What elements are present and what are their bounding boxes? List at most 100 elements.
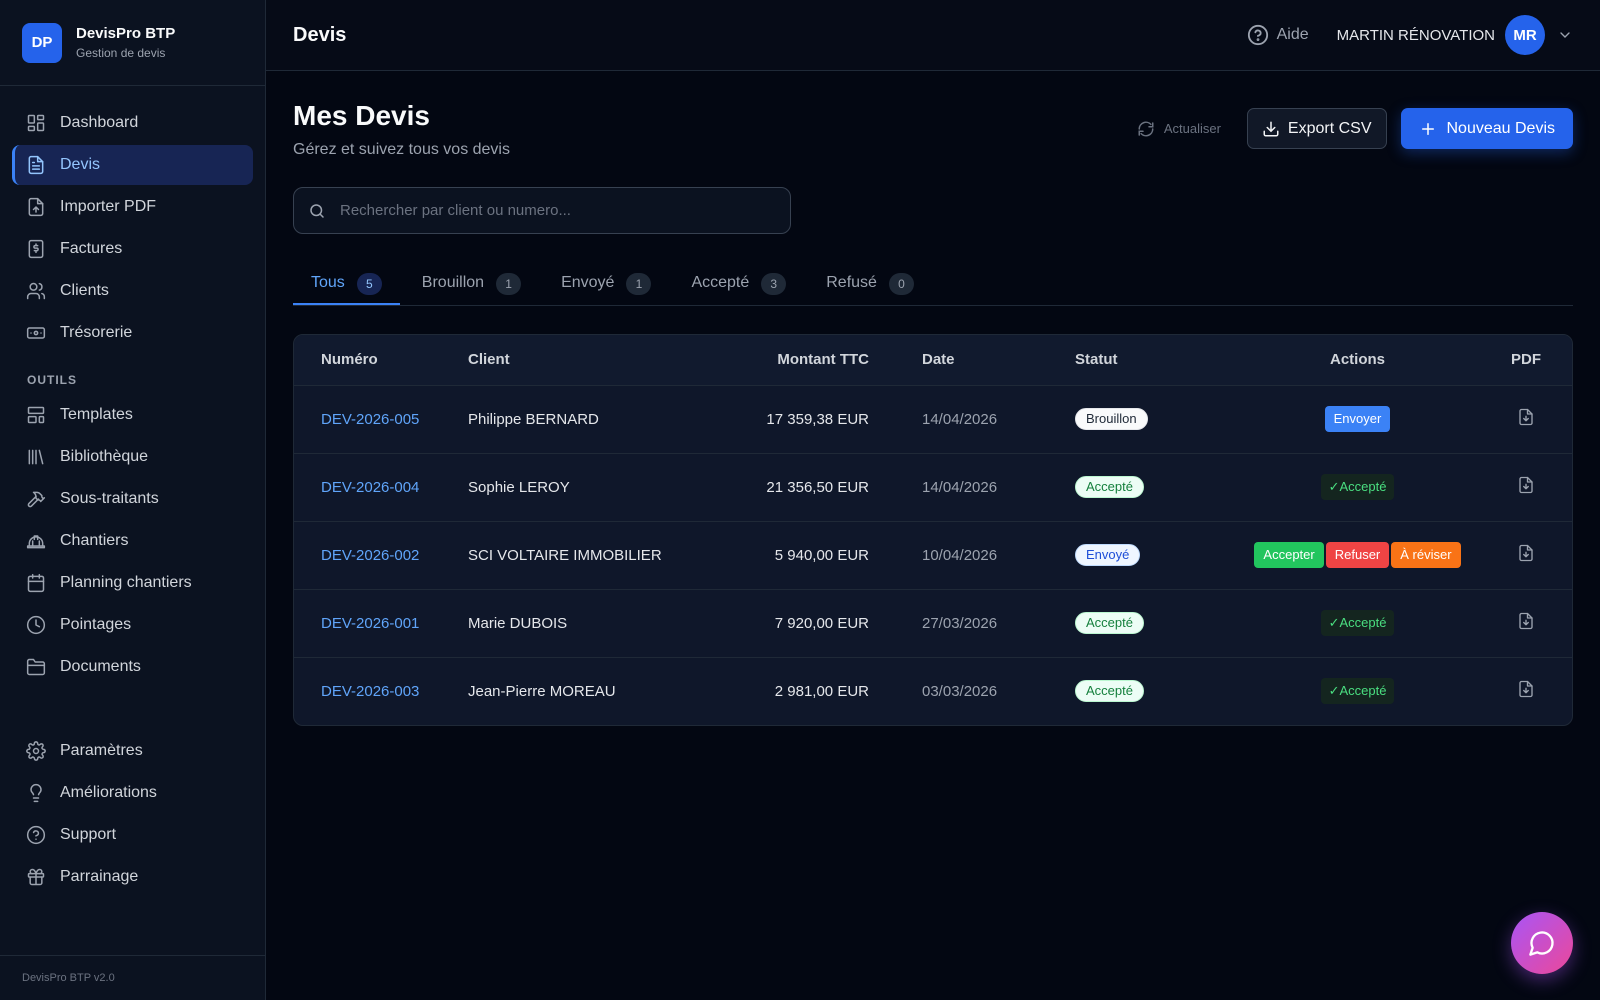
accepter-button[interactable]: Accepter: [1254, 542, 1324, 568]
file-download-icon: [1519, 408, 1533, 426]
new-quote-button[interactable]: Nouveau Devis: [1400, 108, 1573, 149]
sidebar-item-ameliorations[interactable]: Améliorations: [12, 773, 253, 813]
chat-bubble-icon: [1529, 931, 1554, 956]
status-badge: Envoyé: [1075, 544, 1141, 566]
amount-cell: 5 940,00 EUR: [708, 521, 869, 590]
refresh-icon: [1138, 121, 1154, 136]
plus-icon: [1421, 122, 1434, 135]
help-circle-icon: [26, 825, 46, 845]
envoyer-button[interactable]: Envoyer: [1324, 406, 1391, 432]
sidebar-item-tresorerie[interactable]: Trésorerie: [12, 313, 253, 353]
col-header-date[interactable]: Date: [869, 335, 1075, 386]
pdf-download-button[interactable]: [1517, 476, 1535, 494]
quote-number-link[interactable]: DEV-2026-004: [321, 479, 419, 496]
sidebar-item-label: Chantiers: [60, 532, 129, 549]
col-header-pdf: PDF: [1480, 335, 1572, 386]
a-reviser-button[interactable]: À réviser: [1391, 542, 1461, 568]
accepted-label: ✓Accepté: [1320, 610, 1395, 636]
sidebar-item-documents[interactable]: Documents: [12, 647, 253, 687]
pdf-download-button[interactable]: [1517, 680, 1535, 698]
pdf-download-button[interactable]: [1517, 408, 1535, 426]
tab-count-badge: 1: [626, 273, 652, 295]
dashboard-icon: [27, 114, 45, 132]
export-csv-button[interactable]: Export CSV: [1246, 108, 1387, 149]
sidebar-item-sous-traitants[interactable]: Sous-traitants: [12, 479, 253, 519]
sidebar-item-label: Templates: [60, 406, 133, 423]
amount-cell: 2 981,00 EUR: [774, 682, 869, 700]
sidebar-item-label: Documents: [60, 658, 141, 675]
search-input[interactable]: [340, 202, 780, 219]
sidebar-item-devis[interactable]: Devis: [12, 145, 253, 185]
col-header-actions: Actions: [1235, 335, 1480, 386]
sidebar-item-label: Dashboard: [60, 114, 139, 131]
tab-brouillon[interactable]: Brouillon 1: [404, 263, 539, 305]
sidebar-item-dashboard[interactable]: Dashboard: [12, 103, 253, 143]
table-row: DEV-2026-004 Sophie LEROY 21 356,50 EUR 14/…: [294, 453, 1572, 522]
refresh-label: Actualiser: [1163, 121, 1221, 136]
actions-cell: ✓Accepté: [1235, 589, 1480, 658]
search-icon: [310, 203, 324, 218]
tab-tous[interactable]: Tous 5: [293, 263, 400, 305]
col-header-status[interactable]: Statut: [1075, 335, 1235, 386]
sidebar-item-label: Planning chantiers: [60, 574, 192, 591]
sidebar-nav: Dashboard Devis Importer PDF Factures Client…: [0, 86, 265, 897]
accepted-label: ✓Accepté: [1320, 678, 1395, 705]
col-header-amount[interactable]: Montant TTC: [708, 335, 869, 386]
topbar-title: Devis: [293, 23, 347, 46]
tab-label: Accepté: [691, 274, 750, 291]
sidebar: DP DevisPro BTP Gestion de devis Dashboa…: [0, 0, 266, 1000]
sidebar-item-importer-pdf[interactable]: Importer PDF: [12, 187, 253, 227]
accepted-label: ✓Accepté: [1320, 474, 1395, 500]
tab-label: Brouillon: [421, 274, 485, 291]
sidebar-item-factures[interactable]: Factures: [12, 229, 253, 269]
sidebar-item-parametres[interactable]: Paramètres: [12, 731, 253, 771]
sidebar-item-clients[interactable]: Clients: [12, 271, 253, 311]
sidebar-item-label: Support: [60, 826, 117, 843]
topbar: Devis Aide MARTIN RÉNOVATION MR: [266, 0, 1600, 71]
tab-envoye[interactable]: Envoyé 1: [543, 263, 669, 305]
date-cell: 10/04/2026: [922, 546, 998, 564]
help-link[interactable]: Aide: [1247, 24, 1309, 46]
refuser-button[interactable]: Refuser: [1325, 542, 1390, 568]
refresh-button[interactable]: Actualiser: [1137, 120, 1221, 138]
sidebar-item-planning-chantiers[interactable]: Planning chantiers: [12, 563, 253, 603]
client-cell: Jean-Pierre MOREAU: [468, 682, 616, 700]
company-name[interactable]: MARTIN RÉNOVATION: [1337, 27, 1495, 44]
tab-accepte[interactable]: Accepté 3: [673, 263, 804, 305]
sidebar-item-support[interactable]: Support: [12, 815, 253, 855]
tab-label: Envoyé: [561, 274, 615, 291]
sidebar-item-bibliotheque[interactable]: Bibliothèque: [12, 437, 253, 477]
quote-number-link[interactable]: DEV-2026-002: [321, 547, 419, 564]
client-cell: Marie DUBOIS: [468, 589, 708, 658]
quote-number-link[interactable]: DEV-2026-001: [321, 615, 419, 632]
tab-label: Refusé: [826, 274, 877, 291]
col-header-client[interactable]: Client: [468, 335, 708, 386]
pdf-download-button[interactable]: [1517, 612, 1535, 630]
brand-subtitle: Gestion de devis: [76, 46, 166, 60]
sidebar-item-pointages[interactable]: Pointages: [12, 605, 253, 645]
folder-icon: [26, 658, 46, 676]
status-badge: Accepté: [1075, 476, 1144, 498]
file-download-icon: [1519, 476, 1533, 494]
actions-cell: ✓Accepté: [1235, 657, 1480, 725]
sidebar-item-templates[interactable]: Templates: [12, 395, 253, 435]
search-box: [293, 187, 791, 234]
brand-name: DevisPro BTP: [76, 25, 176, 42]
pdf-download-button[interactable]: [1517, 544, 1535, 562]
sidebar-item-parrainage[interactable]: Parrainage: [12, 857, 253, 897]
sidebar-item-label: Trésorerie: [60, 324, 133, 341]
sidebar-item-label: Pointages: [60, 616, 132, 633]
page-title: Mes Devis: [293, 100, 430, 131]
template-icon: [27, 406, 45, 424]
sidebar-item-chantiers[interactable]: Chantiers: [12, 521, 253, 561]
quote-number-link[interactable]: DEV-2026-003: [321, 683, 419, 700]
sidebar-item-label: Devis: [60, 156, 101, 173]
hammer-icon: [27, 491, 46, 508]
col-header-number[interactable]: Numéro: [294, 335, 468, 386]
quote-number-link[interactable]: DEV-2026-005: [321, 411, 419, 428]
chevron-down-icon[interactable]: [1557, 27, 1573, 43]
avatar[interactable]: MR: [1505, 15, 1545, 55]
table-row: DEV-2026-001 Marie DUBOIS 7 920,00 EUR 27/0…: [294, 589, 1572, 658]
chat-button[interactable]: [1511, 912, 1573, 974]
tab-refuse[interactable]: Refusé 0: [808, 263, 932, 305]
